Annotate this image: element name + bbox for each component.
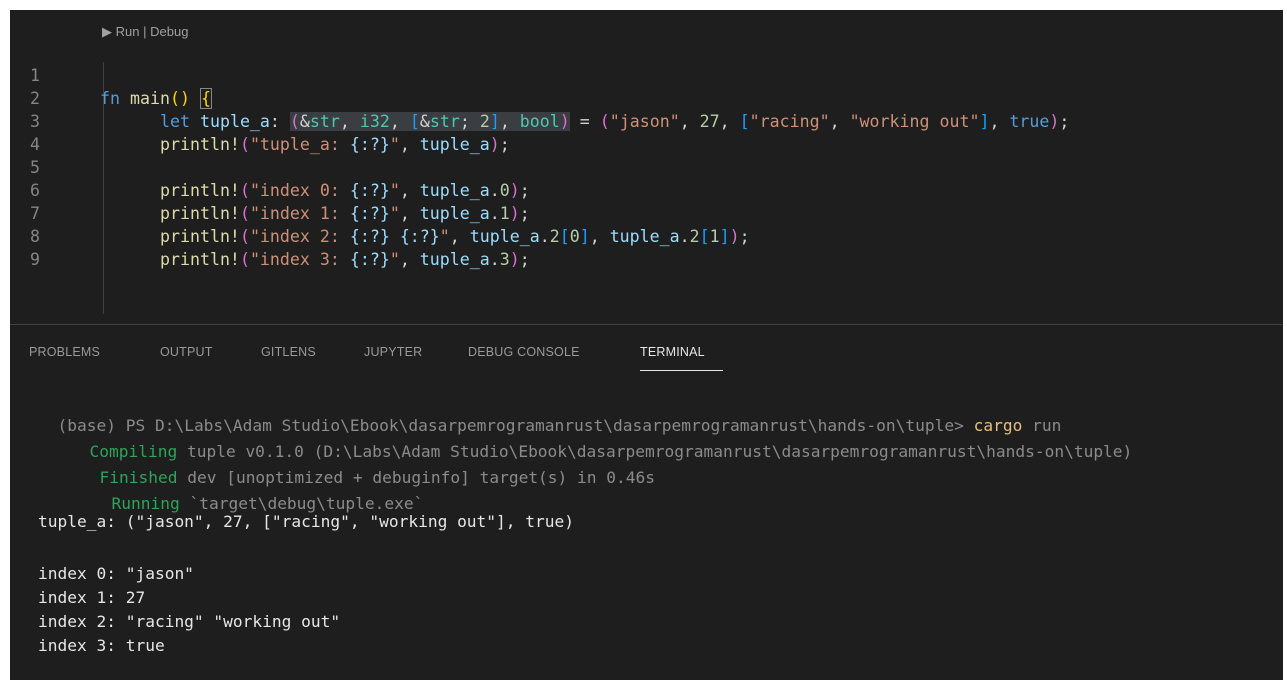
frame-bottom bbox=[0, 680, 1287, 686]
active-tab-indicator bbox=[640, 370, 723, 371]
code-line-9[interactable]: 9 bbox=[0, 225, 1273, 269]
panel-divider[interactable] bbox=[10, 324, 1283, 325]
tab-jupyter[interactable]: JUPYTER bbox=[364, 345, 422, 359]
code-line-4[interactable]: 4 bbox=[0, 110, 1273, 154]
frame-right bbox=[1283, 0, 1287, 686]
line-number: 9 bbox=[30, 250, 40, 269]
terminal-output-line: index 3: true bbox=[38, 636, 165, 655]
tab-problems[interactable]: PROBLEMS bbox=[29, 345, 100, 359]
code-line-5[interactable]: 5 println!("index 0: {:?}", tuple_a.0); bbox=[0, 133, 1273, 200]
codelens: ▶ Run | Debug bbox=[102, 24, 188, 40]
tab-debug-console[interactable]: DEBUG CONSOLE bbox=[468, 345, 580, 359]
codelens-sep: | bbox=[143, 24, 147, 39]
terminal-output-line: index 1: 27 bbox=[38, 588, 146, 607]
codelens-debug[interactable]: Debug bbox=[150, 24, 188, 39]
terminal-output-line: index 0: "jason" bbox=[38, 564, 194, 583]
run-arrow-icon: ▶ bbox=[102, 24, 112, 39]
tab-output[interactable]: OUTPUT bbox=[160, 345, 213, 359]
tab-gitlens[interactable]: GITLENS bbox=[261, 345, 316, 359]
terminal-running-line: Running `target\debug\tuple.exe` bbox=[111, 494, 424, 513]
code-line-6[interactable]: 6 println!("index 1: {:?}", tuple_a.1); bbox=[0, 156, 1273, 223]
frame-top bbox=[0, 0, 1287, 10]
terminal-output-line: index 2: "racing" "working out" bbox=[38, 612, 341, 631]
code-line-3[interactable]: 3 println!("tuple_a: {:?}", tuple_a); bbox=[0, 87, 1273, 154]
terminal-output-line: tuple_a: ("jason", 27, ["racing", "worki… bbox=[38, 512, 575, 531]
code-line-8[interactable]: 8 println!("index 3: {:?}", tuple_a.3); bbox=[0, 202, 1273, 269]
tab-terminal[interactable]: TERMINAL bbox=[640, 345, 705, 359]
code-line-7[interactable]: 7 println!("index 2: {:?} {:?}", tuple_a… bbox=[0, 179, 1273, 246]
codelens-run[interactable]: Run bbox=[116, 24, 140, 39]
code-line-1[interactable]: 1 fn main() { bbox=[0, 41, 1273, 109]
code-line-2[interactable]: 2 let tuple_a: (&str, i32, [&str; 2], bo… bbox=[0, 64, 1273, 131]
